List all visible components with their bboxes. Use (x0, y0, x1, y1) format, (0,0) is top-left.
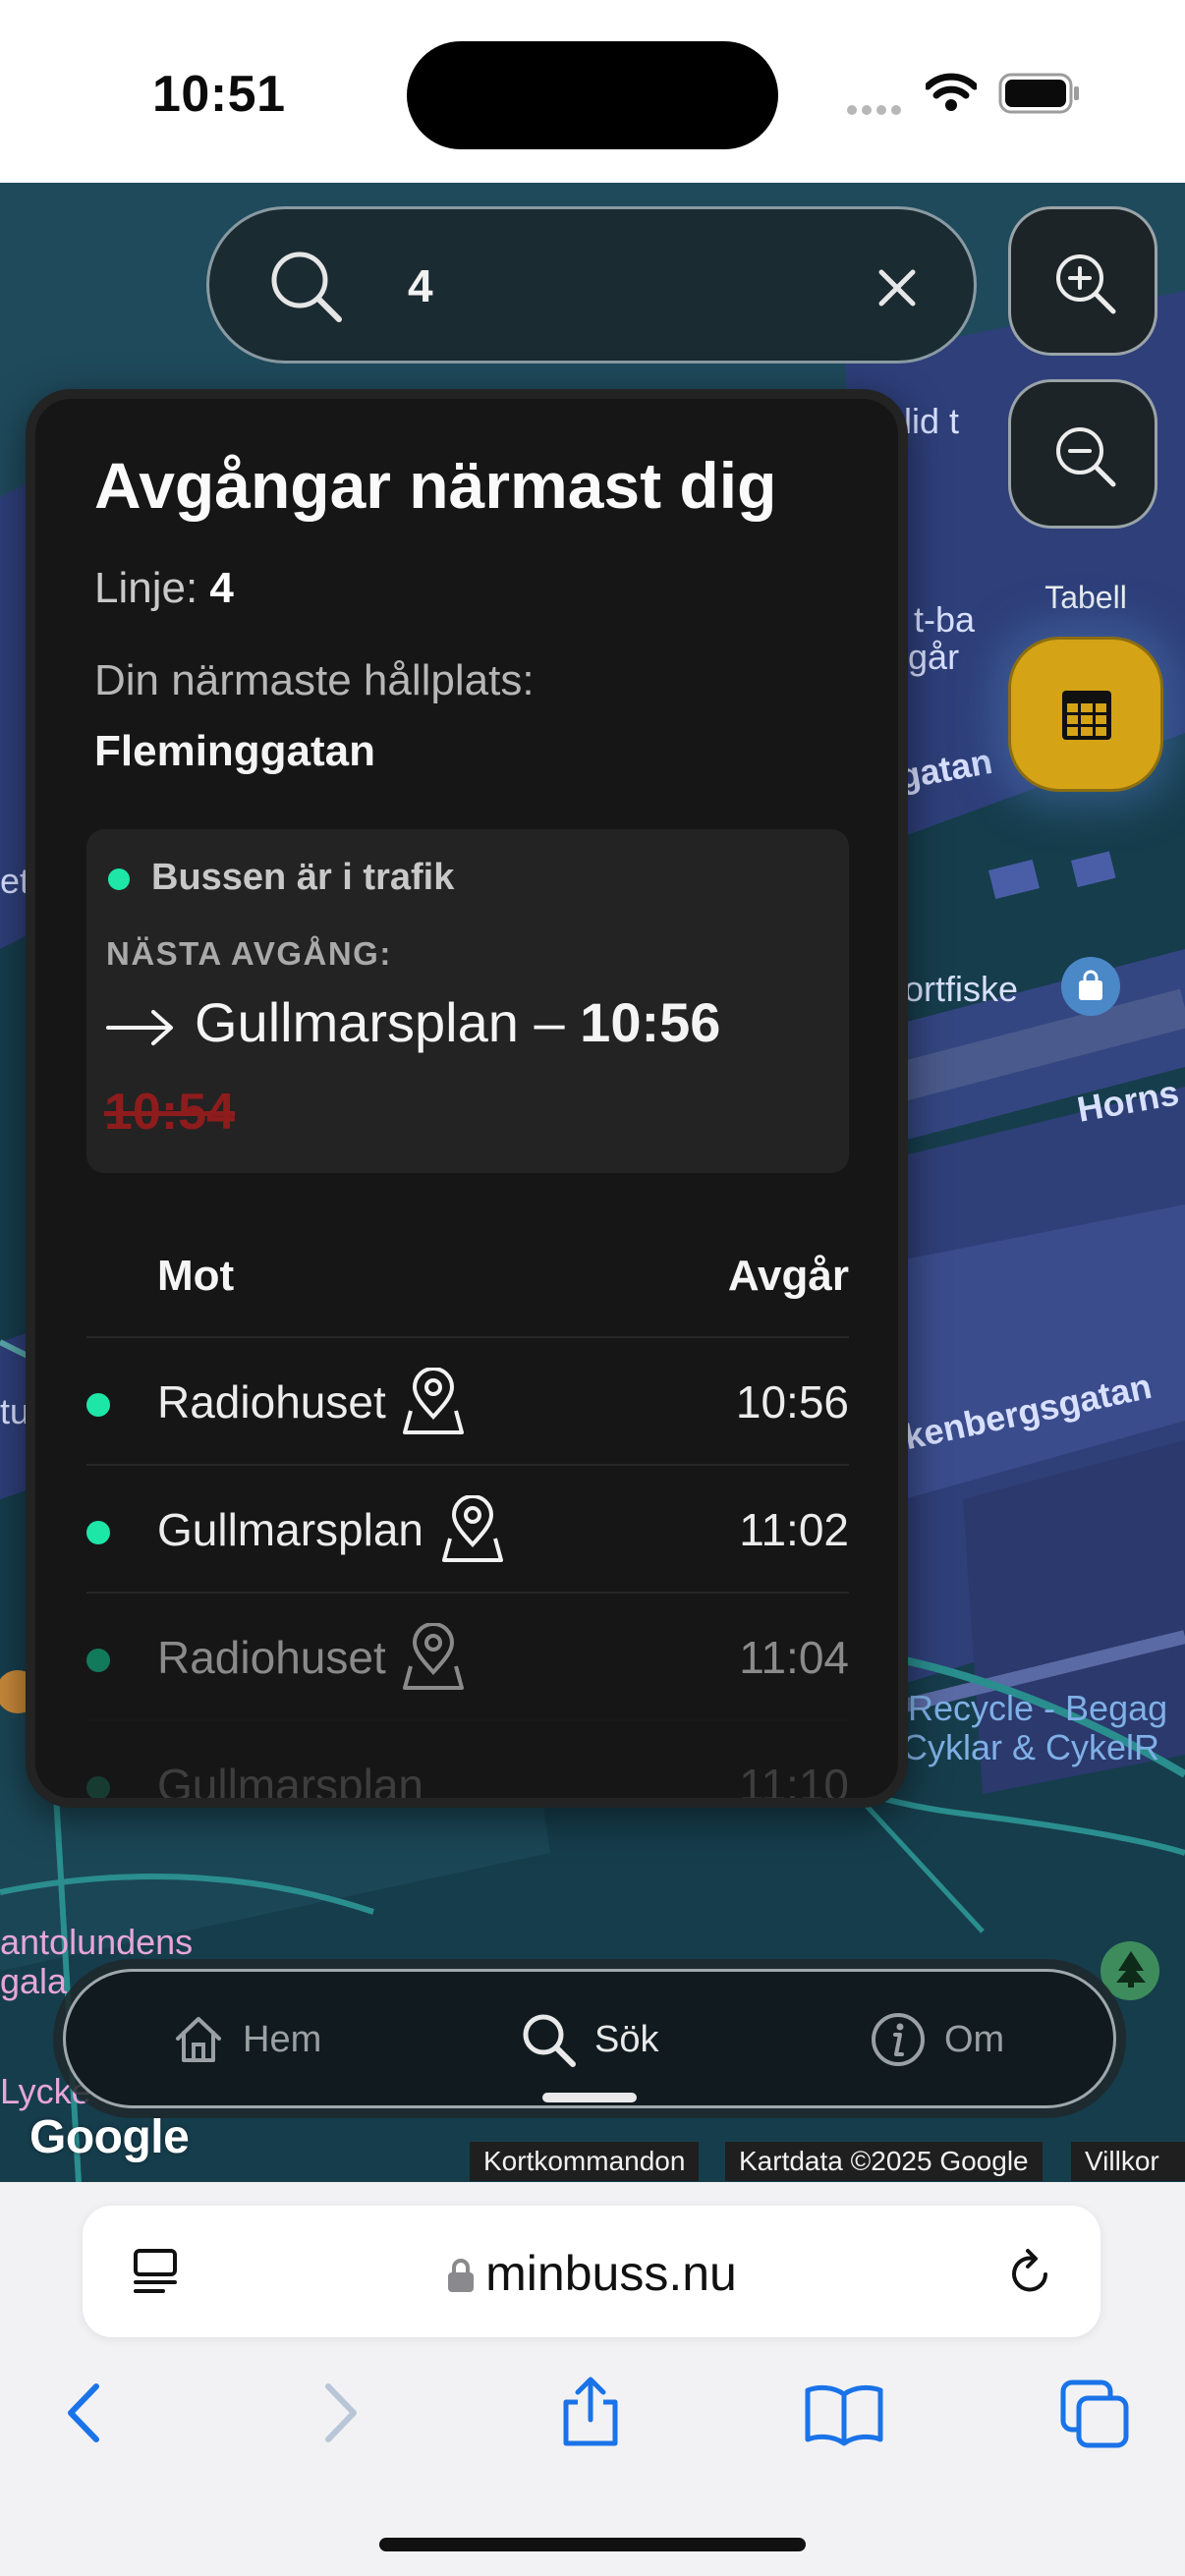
park-tree-icon (1116, 1951, 1146, 1988)
row-destination: Radiohuset (157, 1632, 386, 1683)
status-dot (86, 1393, 110, 1417)
dynamic-island (407, 41, 778, 149)
nav-label: Hem (243, 2018, 322, 2060)
next-departure-card: Bussen är i trafik NÄSTA AVGÅNG: Gullmar… (86, 829, 849, 1173)
departure-row[interactable]: Radiohuset 11:04 (86, 1592, 849, 1719)
reload-icon[interactable] (1004, 2247, 1057, 2300)
next-departure-destination: Gullmarsplan – 10:56 (195, 990, 720, 1054)
map-label: Cyklar & CykelR (902, 1727, 1160, 1767)
search-icon (523, 2014, 576, 2067)
status-bar: 10:51 (0, 0, 1185, 183)
departure-time: 10:56 (580, 991, 721, 1053)
panel-title: Avgångar närmast dig (94, 449, 777, 522)
tabs-icon[interactable] (1059, 2379, 1132, 2451)
status-dot (86, 1649, 110, 1672)
table-view-button[interactable] (1008, 637, 1163, 792)
zoom-in-button[interactable] (1008, 206, 1157, 356)
departure-row[interactable]: Radiohuset 10:56 (86, 1336, 849, 1464)
original-departure-time: 10:54 (104, 1084, 235, 1141)
map-pin-icon[interactable] (401, 1368, 466, 1436)
active-tab-indicator (542, 2093, 637, 2102)
map-label: ortfiske (904, 969, 1019, 1009)
row-destination: Gullmarsplan (157, 1504, 423, 1555)
info-icon (872, 2013, 925, 2066)
row-destination: Gullmarsplan (157, 1760, 423, 1808)
line-label: Linje: (94, 564, 198, 612)
row-departure-time: 11:04 (739, 1632, 849, 1683)
row-departure-time: 11:02 (739, 1504, 849, 1555)
zoom-out-icon (1056, 427, 1116, 487)
departure-row[interactable]: Gullmarsplan 11:02 (86, 1464, 849, 1592)
nav-item-home[interactable]: Hem (172, 2005, 321, 2074)
status-dot (86, 1521, 110, 1544)
status-dot (86, 1776, 110, 1798)
terms-link[interactable]: Villkor (1071, 2142, 1185, 2181)
wifi-icon (926, 73, 977, 111)
forward-icon[interactable] (312, 2379, 366, 2447)
nearest-stop-name: Fleminggatan (94, 727, 376, 775)
url-display: minbuss.nu (83, 2245, 1100, 2302)
zoom-out-button[interactable] (1008, 379, 1157, 529)
table-icon (1062, 691, 1111, 740)
nearest-stop-label: Din närmaste hållplats: (94, 656, 535, 704)
cellular-signal-icon (847, 102, 906, 120)
line-number: 4 (209, 564, 234, 612)
keyboard-shortcuts-link[interactable]: Kortkommandon (470, 2142, 700, 2181)
share-icon[interactable] (556, 2375, 625, 2449)
map-pin-icon[interactable] (440, 1495, 505, 1564)
lock-icon (448, 2259, 475, 2292)
departures-panel: Avgångar närmast dig Linje: 4 Din närmas… (26, 389, 908, 1808)
line-info: Linje: 4 (94, 564, 234, 613)
arrow-right-icon (106, 1010, 173, 1045)
browser-toolbar: minbuss.nu (0, 2182, 1185, 2576)
close-icon (878, 269, 916, 307)
bottom-navigation: Hem Sök Om (63, 1969, 1116, 2108)
row-departure-time: 11:10 (739, 1760, 849, 1808)
destination-name: Gullmarsplan – (195, 991, 565, 1053)
battery-icon (998, 73, 1079, 114)
column-header-departs: Avgår (727, 1252, 849, 1300)
zoom-in-icon (1056, 254, 1116, 314)
departure-row[interactable]: Gullmarsplan 11:10 (86, 1719, 849, 1808)
table-button-label: Tabell (1044, 580, 1127, 615)
status-dot (108, 868, 130, 890)
nav-item-search[interactable]: Sök (520, 2005, 658, 2074)
search-icon (271, 252, 342, 322)
nav-label: Sök (594, 2018, 659, 2060)
nav-item-about[interactable]: Om (870, 2005, 1004, 2074)
map-label: gala (0, 1961, 68, 2001)
back-icon[interactable] (59, 2379, 112, 2447)
map-label: antolundens (0, 1922, 194, 1962)
bus-status: Bussen är i trafik (151, 857, 455, 898)
map-pin-icon[interactable] (401, 1623, 466, 1692)
row-destination: Radiohuset (157, 1376, 386, 1428)
search-bar[interactable] (206, 206, 977, 364)
bookmarks-icon[interactable] (804, 2382, 884, 2447)
column-header-destination: Mot (157, 1252, 235, 1300)
row-departure-time: 10:56 (735, 1376, 849, 1428)
status-time: 10:51 (152, 66, 286, 123)
url-text: minbuss.nu (485, 2246, 737, 2301)
search-input[interactable] (406, 258, 822, 313)
shopping-bag-icon (1079, 970, 1102, 1000)
address-bar[interactable]: minbuss.nu (83, 2206, 1100, 2337)
map-label: Recycle - Begag (908, 1688, 1168, 1728)
home-icon (176, 2017, 221, 2062)
google-logo: Google (29, 2111, 190, 2163)
next-departure-label: NÄSTA AVGÅNG: (106, 935, 392, 972)
home-indicator (379, 2538, 806, 2551)
clear-search-button[interactable] (858, 249, 936, 327)
map-data-attribution[interactable]: Kartdata ©2025 Google (725, 2142, 1043, 2181)
nav-label: Om (944, 2018, 1005, 2060)
